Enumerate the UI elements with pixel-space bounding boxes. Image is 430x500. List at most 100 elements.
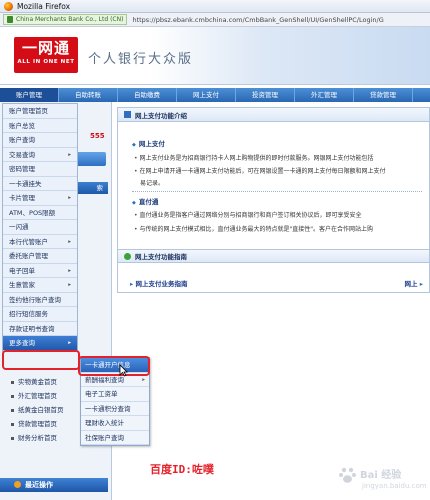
tab-loan[interactable]: 贷款管理 [354, 88, 413, 102]
url-field[interactable]: https://pbsz.ebank.cmbchina.com/CmbBank_… [132, 16, 383, 24]
recent-icon [14, 481, 21, 488]
menu-item-other-bank-query[interactable]: 签约他行账户查询 [3, 293, 77, 307]
info-icon [124, 111, 131, 118]
chevron-right-icon: ▸ [68, 340, 71, 346]
intro-panel-header: 网上支付功能介绍 [118, 108, 429, 122]
menu-item-label: 密码管理 [9, 165, 35, 173]
intro-panel-title: 网上支付功能介绍 [135, 111, 187, 120]
left-red-digits: 555 [90, 132, 105, 140]
site-identity-label: China Merchants Bank Co., Ltd (CN) [16, 16, 124, 23]
chevron-right-icon: ▸ [68, 267, 71, 274]
recent-operations-label: 最近操作 [25, 481, 53, 489]
baidu-paw-icon [339, 467, 356, 483]
subtree-item-paper-gold[interactable]: 纸黄金白银首页 [6, 403, 86, 417]
section2-line1: 直付通业务是指客户通过网络分别与招商银行和商户签订相关协议后，即可享受安全 [134, 210, 430, 219]
menu-item-e-receipt[interactable]: 电子回单 ▸ [3, 264, 77, 278]
guide-panel: 网上支付功能指南 网上支付业务指南 网上 [117, 249, 430, 293]
menu-item-label: 账户查询 [9, 136, 35, 144]
menu-item-account-home[interactable]: 账户管理首页 [3, 104, 77, 119]
highlight-box-account-info [78, 356, 150, 376]
section-online-payment-title: 网上支付 [132, 138, 165, 148]
menu-item-password[interactable]: 密码管理 [3, 162, 77, 177]
watermark-subtext: jingyan.baidu.com [362, 482, 427, 490]
submenu-item-label: 一卡通积分查询 [85, 404, 131, 413]
menu-item-entrusted-account[interactable]: 委托账户管理 [3, 249, 77, 264]
subtree-item-forex[interactable]: 外汇管理首页 [6, 389, 86, 403]
submenu-item-label: 电子工资单 [85, 390, 118, 398]
bank-header: 一网通 ALL IN ONE NET 个人银行大众版 [0, 27, 430, 85]
menu-item-transaction-query[interactable]: 交易查询 ▸ [3, 148, 77, 162]
mouse-pointer-icon [119, 364, 128, 377]
menu-item-label: 委托账户管理 [9, 252, 48, 260]
menu-item-account-overview[interactable]: 账户总览 [3, 119, 77, 133]
menu-item-atm-pos-limit[interactable]: ATM、POS限额 [3, 206, 77, 220]
menu-item-label: ATM、POS限额 [9, 208, 56, 217]
logo-cn: 一网通 [21, 39, 70, 57]
section1-line2-cont: 易记录。 [140, 180, 165, 187]
section2-line2: 与传统的网上支付模式相比，直付通业务最大的特点就是"直接性"。客户在合作网站上购 [134, 224, 430, 233]
section-direct-pay-title: 直付通 [132, 196, 159, 206]
subtree-item-loan[interactable]: 贷款管理首页 [6, 417, 86, 431]
left-subtree: 实物黄金首页 外汇管理首页 纸黄金白银首页 贷款管理首页 财务分析首页 [6, 375, 86, 445]
tab-account-management[interactable]: 账户管理 [0, 88, 59, 102]
menu-item-label: 本行代管账户 [9, 237, 48, 246]
page-title: 个人银行大众版 [88, 52, 194, 67]
baidu-watermark: Bai 经验 jingyan.baidu.com [338, 462, 428, 496]
top-nav: 账户管理 自助转账 自助缴费 网上支付 投资管理 外汇管理 贷款管理 [0, 88, 430, 102]
menu-item-quickpass[interactable]: 一闪通 [3, 220, 77, 235]
menu-item-deposit-certificate[interactable]: 存款证明书查询 [3, 322, 77, 336]
subtree-item-gold[interactable]: 实物黄金首页 [6, 375, 86, 389]
lock-icon [7, 16, 13, 23]
bank-logo[interactable]: 一网通 ALL IN ONE NET [14, 37, 78, 73]
chevron-right-icon: ▸ [68, 195, 71, 201]
menu-item-label: 存款证明书查询 [9, 324, 55, 333]
recent-operations-bar[interactable]: 最近操作 [0, 478, 108, 492]
firefox-icon [4, 1, 13, 11]
submenu-item-social-security[interactable]: 社保账户查询 [81, 431, 149, 445]
tab-forex[interactable]: 外汇管理 [295, 88, 354, 102]
submenu-item-finance-income[interactable]: 理财收入统计 [81, 416, 149, 431]
menu-item-label: 账户总览 [9, 121, 35, 130]
guide-icon [124, 252, 131, 260]
menu-item-card-management[interactable]: 卡片管理 ▸ [3, 191, 77, 206]
menu-item-label: 一卡通挂失 [9, 179, 42, 188]
logo-en: ALL IN ONE NET [17, 59, 75, 65]
left-collapse-bar[interactable]: 索 [78, 182, 108, 194]
window-title: Mozilla Firefox [17, 1, 71, 11]
address-bar[interactable]: China Merchants Bank Co., Ltd (CN) https… [0, 13, 430, 27]
watermark-text: Bai 经验 [360, 470, 402, 481]
guide-link-more[interactable]: 网上 [404, 278, 423, 288]
tab-online-payment[interactable]: 网上支付 [177, 88, 236, 102]
section1-line1: 网上支付业务是为招商银行持卡人网上购物提供的即时付款服务。网银网上支付功能包括 [134, 153, 430, 162]
menu-item-custody-account[interactable]: 本行代管账户 ▸ [3, 235, 77, 249]
menu-item-business-butler[interactable]: 生意管家 ▸ [3, 278, 77, 293]
menu-item-label: 电子回单 [9, 266, 35, 275]
chevron-right-icon: ▸ [68, 151, 71, 158]
menu-item-report-loss[interactable]: 一卡通挂失 [3, 177, 77, 191]
submenu-item-points-query[interactable]: 一卡通积分查询 [81, 402, 149, 416]
menu-item-sms-service[interactable]: 招行短信服务 [3, 307, 77, 322]
tab-self-transfer[interactable]: 自助转账 [59, 88, 118, 102]
submenu-item-label: 理财收入统计 [85, 419, 124, 427]
menu-item-label: 生意管家 [9, 281, 35, 289]
menu-item-label: 交易查询 [9, 150, 35, 159]
divider [132, 191, 422, 192]
account-management-menu: 账户管理首页 账户总览 账户查询 交易查询 ▸ 密码管理 一卡通挂失 卡片管理 ▸ … [2, 103, 78, 352]
menu-item-label: 账户管理首页 [9, 107, 48, 115]
chevron-right-icon: ▸ [68, 282, 71, 288]
section1-line2: 在网上申请开通一卡通网上支付功能后，可在网银设置一卡通的网上支付每日限额和网上支… [134, 166, 430, 175]
tab-self-payment[interactable]: 自助缴费 [118, 88, 177, 102]
menu-item-label: 更多查询 [9, 339, 35, 347]
menu-item-label: 卡片管理 [9, 194, 35, 202]
tab-investment[interactable]: 投资管理 [236, 88, 295, 102]
submenu-item-label: 社保账户查询 [85, 433, 124, 442]
menu-item-account-query[interactable]: 账户查询 [3, 133, 77, 148]
highlight-box-more-queries [2, 350, 80, 370]
menu-item-label: 签约他行账户查询 [9, 295, 61, 304]
menu-item-more-queries[interactable]: 更多查询 ▸ [3, 336, 77, 351]
subtree-item-finance[interactable]: 财务分析首页 [6, 431, 86, 445]
submenu-item-e-payslip[interactable]: 电子工资单 [81, 387, 149, 402]
site-identity-badge[interactable]: China Merchants Bank Co., Ltd (CN) [3, 14, 128, 25]
guide-link-online-payment[interactable]: 网上支付业务指南 [130, 278, 188, 288]
window-title-bar: Mozilla Firefox [0, 0, 430, 13]
